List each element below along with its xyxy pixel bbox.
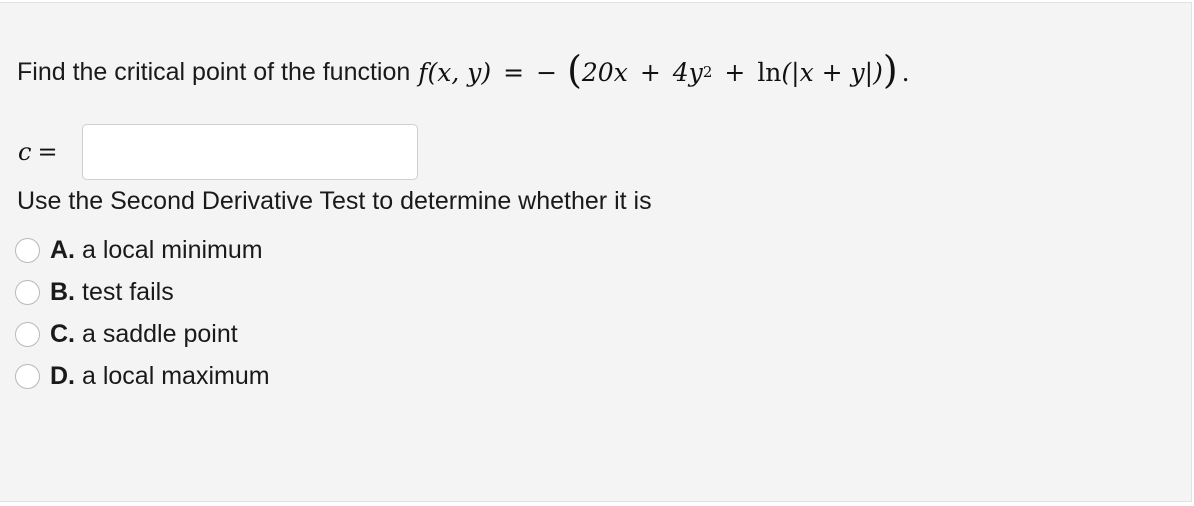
options-list: A. a local minimum B. test fails C. a sa… [15,229,270,397]
critical-point-input[interactable] [82,124,418,180]
function-args: (x, y) [427,57,492,87]
instruction-text: Use the Second Derivative Test to determ… [17,187,652,215]
function-name: f [418,57,428,87]
answer-equals: = [37,138,58,166]
radio-button[interactable] [15,321,40,347]
term-4y: 4y [672,57,703,87]
function-expression: f (x, y) = − ( 20x + 4y 2 + ln (|x + y|) … [418,48,910,92]
ln-function: ln [757,57,782,87]
option-label: a local maximum [82,361,270,390]
period: . [901,57,910,87]
answer-variable: c [18,138,32,166]
option-a[interactable]: A. a local minimum [15,229,270,271]
question-text: Find the critical point of the function … [17,47,910,97]
answer-row: c = [18,123,418,181]
option-d[interactable]: D. a local maximum [15,355,270,397]
option-letter: C. [50,319,75,348]
close-paren: ) [882,48,898,92]
ln-argument: (|x + y|) [781,57,883,87]
option-b[interactable]: B. test fails [15,271,270,313]
radio-button[interactable] [15,279,40,305]
option-label: a saddle point [82,319,238,348]
radio-button[interactable] [15,363,40,389]
option-c[interactable]: C. a saddle point [15,313,270,355]
answer-label: c = [18,138,82,166]
minus-sign: − [536,57,558,87]
option-letter: B. [50,277,75,306]
option-letter: A. [50,235,75,264]
radio-button[interactable] [15,237,40,263]
option-label: test fails [82,277,174,306]
exponent: 2 [702,63,713,81]
option-letter: D. [50,361,75,390]
plus-sign-2: + [724,57,746,87]
equals-sign: = [503,57,525,87]
question-prompt: Find the critical point of the function [17,57,411,86]
question-panel: Find the critical point of the function … [0,2,1192,502]
open-paren: ( [567,48,582,92]
term-20x: 20x [581,57,628,87]
option-label: a local minimum [82,235,263,264]
plus-sign-1: + [639,57,661,87]
